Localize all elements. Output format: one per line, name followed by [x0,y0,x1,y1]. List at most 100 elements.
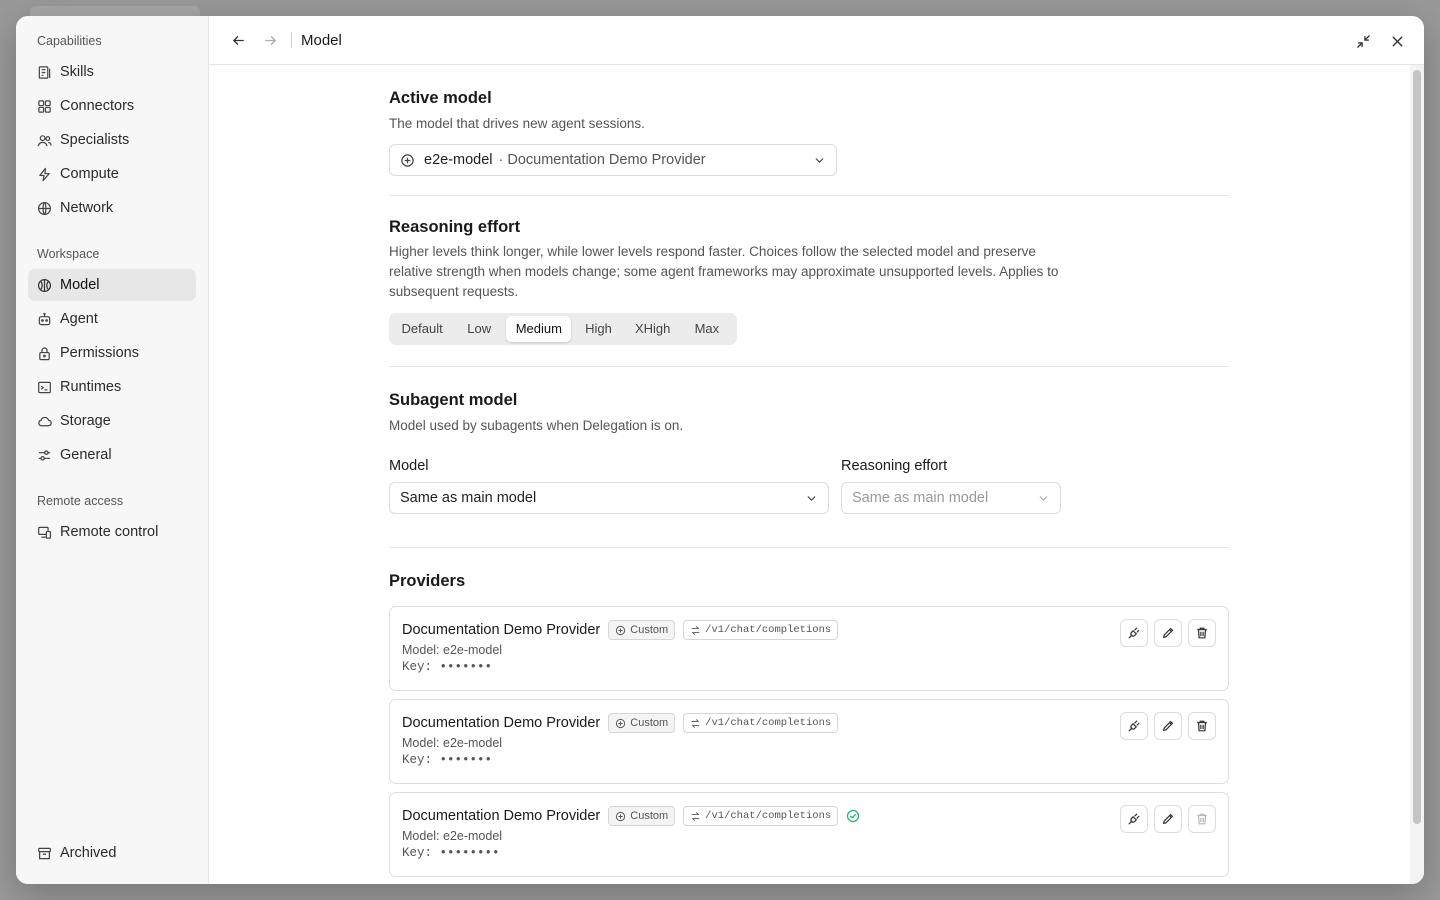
sidebar-item-label: Remote control [60,524,159,540]
active-check-icon [847,809,860,823]
effort-option-default[interactable]: Default [392,316,452,342]
plug-icon [1128,627,1140,639]
sidebar-item-compute[interactable]: Compute [28,158,196,190]
active-model-select[interactable]: e2e-model · Documentation Demo Provider [389,144,837,176]
edit-provider-button[interactable] [1154,619,1182,647]
sidebar-item-connectors[interactable]: Connectors [28,90,196,122]
sidebar-item-label: Permissions [60,345,139,361]
test-connection-button[interactable] [1120,805,1148,833]
swap-icon [691,625,700,635]
terminal-icon [38,381,51,393]
trash-icon [1197,813,1207,825]
provider-key: Key: ••••••• [402,753,493,767]
topbar-divider [291,32,292,48]
provider-key: Key: •••••••• [402,846,500,860]
sidebar-item-label: Archived [60,845,117,861]
sidebar-item-archived[interactable]: Archived [28,837,196,869]
sidebar-item-model[interactable]: Model [28,269,196,301]
delete-provider-button-disabled[interactable] [1188,805,1216,833]
close-button[interactable] [1384,28,1410,54]
custom-provider-icon [401,153,414,167]
chevron-down-icon [1039,496,1048,501]
sidebar-item-specialists[interactable]: Specialists [28,124,196,156]
sidebar-item-label: Runtimes [60,379,122,395]
active-model-name: e2e-model [424,152,493,168]
forward-button[interactable] [257,27,283,53]
provider-type-badge: Custom [608,806,676,826]
sidebar-item-skills[interactable]: Skills [28,56,196,88]
provider-model: Model: e2e-model [402,736,503,750]
section-description: Model used by subagents when Delegation … [389,418,684,433]
subagent-model-section: Subagent model Model used by subagents w… [389,367,1229,548]
sidebar-item-general[interactable]: General [28,439,196,471]
section-title: Providers [389,572,466,590]
sidebar-item-permissions[interactable]: Permissions [28,337,196,369]
custom-provider-icon [616,718,626,728]
close-icon [1392,36,1402,46]
providers-section: Providers Documentation Demo Provider Cu… [389,548,1229,877]
delete-provider-button[interactable] [1188,712,1216,740]
collapse-icon [1356,34,1370,48]
swap-icon [691,718,700,728]
badge-label: /v1/chat/completions [705,810,832,822]
subagent-effort-label: Reasoning effort [841,458,948,474]
provider-model: Model: e2e-model [402,643,503,657]
archive-icon [38,847,51,859]
subagent-effort-value: Same as main model [852,490,989,506]
sidebar-item-runtimes[interactable]: Runtimes [28,371,196,403]
plug-icon [1128,813,1140,825]
arrow-left-icon [232,35,244,45]
chevron-down-icon [815,158,824,163]
scrollbar-thumb[interactable] [1413,70,1421,824]
active-model-provider: · Documentation Demo Provider [498,152,706,168]
provider-endpoint-badge: /v1/chat/completions [683,713,839,733]
edit-provider-button[interactable] [1154,712,1182,740]
provider-key: Key: ••••••• [402,660,493,674]
badge-label: /v1/chat/completions [705,624,832,636]
sidebar-item-label: Specialists [60,132,130,148]
lock-icon [39,346,50,360]
badge-label: Custom [630,624,669,636]
effort-option-high[interactable]: High [573,316,623,342]
trash-icon [1197,627,1207,639]
effort-option-low[interactable]: Low [454,316,504,342]
section-description: The model that drives new agent sessions… [389,116,645,131]
provider-type-badge: Custom [608,620,676,640]
sidebar-item-remote-control[interactable]: Remote control [28,516,196,548]
collapse-button[interactable] [1350,28,1376,54]
sliders-icon [38,449,51,461]
sidebar-item-label: Storage [60,413,111,429]
model-icon [37,278,52,292]
sidebar-item-network[interactable]: Network [28,192,196,224]
reasoning-effort-section: Reasoning effort Higher levels think lon… [389,196,1229,367]
test-connection-button[interactable] [1120,619,1148,647]
custom-provider-icon [616,811,626,821]
sidebar-item-label: Network [60,200,114,216]
badge-label: /v1/chat/completions [705,717,832,729]
edit-provider-button[interactable] [1154,805,1182,833]
sidebar-item-storage[interactable]: Storage [28,405,196,437]
provider-name: Documentation Demo Provider [402,808,601,824]
connectors-icon [38,99,51,113]
topbar: Model [209,16,1424,65]
settings-sidebar: Capabilities Skills Connectors Specialis… [16,16,209,884]
network-icon [37,201,52,215]
sidebar-group-workspace: Workspace [37,247,100,261]
pencil-icon [1163,627,1174,638]
sidebar-item-label: Agent [60,311,98,327]
provider-card: Documentation Demo Provider Custom /v1/c… [389,606,1229,691]
provider-type-badge: Custom [608,713,676,733]
effort-option-medium[interactable]: Medium [506,316,572,342]
delete-provider-button[interactable] [1188,619,1216,647]
back-button[interactable] [225,27,251,53]
subagent-model-select[interactable]: Same as main model [389,482,829,514]
effort-option-max[interactable]: Max [682,316,732,342]
pencil-icon [1163,720,1174,731]
test-connection-button[interactable] [1120,712,1148,740]
sidebar-item-agent[interactable]: Agent [28,303,196,335]
subagent-model-value: Same as main model [400,490,537,506]
sidebar-item-label: Model [60,277,100,293]
effort-option-xhigh[interactable]: XHigh [625,316,679,342]
subagent-effort-select[interactable]: Same as main model [841,482,1061,514]
settings-main: Model Active model The model that drives… [209,16,1424,884]
